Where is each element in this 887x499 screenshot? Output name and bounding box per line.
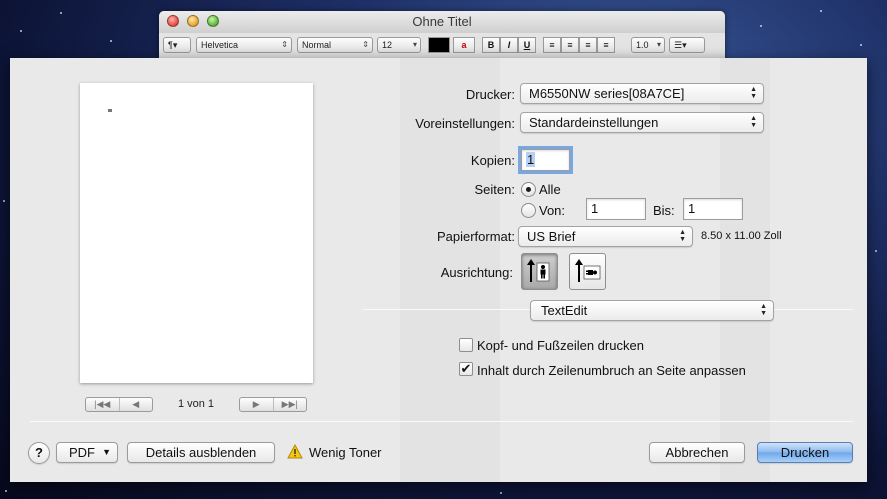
previous-page-icon[interactable]: ◀ (120, 398, 153, 411)
printer-value: M6550NW series[08A7CE] (529, 86, 685, 101)
minimize-window-button[interactable] (187, 15, 199, 27)
line-spacing-menu[interactable]: 1.0 ▾ (631, 37, 665, 53)
align-left-icon[interactable]: ≡ (543, 37, 561, 53)
preview-nav-forward-group: ▶ ▶▶| (239, 397, 307, 412)
pages-from-field[interactable]: 1 (586, 198, 646, 220)
align-center-icon[interactable]: ≡ (561, 37, 579, 53)
updown-arrow-icon: ▲ ▼ (750, 115, 757, 129)
paper-dimensions: 8.50 x 11.00 Zoll (701, 230, 782, 242)
presets-select[interactable]: Standardeinstellungen ▲ ▼ (520, 112, 764, 133)
background-color-swatch[interactable]: a (453, 37, 475, 53)
print-button[interactable]: Drucken (757, 442, 853, 463)
header-footer-checkbox[interactable] (459, 338, 473, 352)
low-toner-status: Wenig Toner (309, 445, 382, 460)
format-toolbar: ¶▾ Helvetica ⇕ Normal ⇕ 12 ▾ a B I U ≡ ≡ ≡ … (159, 35, 725, 57)
font-family-menu[interactable]: Helvetica ⇕ (196, 37, 292, 53)
desktop-star (500, 492, 502, 494)
pages-to-label: Bis: (653, 203, 675, 218)
copies-value: 1 (526, 152, 536, 167)
preview-nav-back-group: |◀◀ ◀ (85, 397, 153, 412)
last-page-icon[interactable]: ▶▶| (274, 398, 307, 411)
hide-details-button[interactable]: Details ausblenden (127, 442, 275, 463)
font-style-value: Normal (302, 40, 332, 50)
updown-arrow-icon: ⇕ (281, 40, 288, 49)
line-spacing-value: 1.0 (636, 40, 649, 50)
orientation-label: Ausrichtung: (440, 265, 513, 280)
zoom-window-button[interactable] (207, 15, 219, 27)
section-select[interactable]: TextEdit ▲ ▼ (530, 300, 774, 321)
desktop-star (820, 10, 822, 12)
print-preview-page (80, 83, 313, 383)
text-color-swatch[interactable] (428, 37, 450, 53)
font-style-menu[interactable]: Normal ⇕ (297, 37, 373, 53)
paragraph-style-menu[interactable]: ¶▾ (163, 37, 191, 53)
updown-arrow-icon: ▲ ▼ (760, 303, 767, 317)
font-family-value: Helvetica (201, 40, 239, 50)
list-style-menu[interactable]: ☰▾ (669, 37, 705, 53)
copies-field[interactable]: 1 (521, 149, 570, 171)
chevron-down-icon: ▾ (412, 40, 417, 49)
presets-label: Voreinstellungen: (415, 116, 515, 131)
desktop-star (110, 40, 112, 42)
chevron-down-icon: ▼ (102, 447, 111, 457)
align-right-icon[interactable]: ≡ (579, 37, 597, 53)
preview-text-mark (108, 109, 112, 112)
window-title: Ohne Titel (412, 14, 472, 29)
orientation-portrait-button[interactable] (521, 253, 558, 290)
paper-size-label: Papierformat: (436, 229, 515, 244)
desktop-star (3, 200, 5, 202)
rewrap-checkbox[interactable]: ✔ (459, 362, 473, 376)
pdf-menu-button[interactable]: PDF ▼ (56, 442, 118, 463)
printer-label: Drucker: (465, 87, 515, 102)
presets-value: Standardeinstellungen (529, 115, 659, 130)
desktop-star (20, 30, 22, 32)
help-button[interactable]: ? (28, 442, 50, 464)
desktop-star (760, 25, 762, 27)
font-size-value: 12 (382, 40, 393, 50)
next-page-icon[interactable]: ▶ (240, 398, 274, 411)
updown-arrow-icon: ▲ ▼ (750, 86, 757, 100)
first-page-icon[interactable]: |◀◀ (86, 398, 120, 411)
close-window-button[interactable] (167, 15, 179, 27)
print-dialog: |◀◀ ◀ 1 von 1 ▶ ▶▶| Drucker: M6550NW ser… (10, 58, 867, 482)
landscape-orientation-icon (575, 259, 601, 282)
pages-to-field[interactable]: 1 (683, 198, 743, 220)
header-footer-label: Kopf- und Fußzeilen drucken (477, 338, 644, 353)
pages-label: Seiten: (474, 182, 515, 197)
page-counter: 1 von 1 (177, 398, 215, 410)
desktop-star (860, 44, 862, 46)
checkmark-icon: ✔ (460, 361, 472, 376)
chevron-down-icon: ▾ (656, 40, 661, 49)
window-titlebar: Ohne Titel (159, 11, 725, 33)
portrait-orientation-icon (527, 259, 550, 282)
bold-button[interactable]: B (482, 37, 500, 53)
underline-button[interactable]: U (518, 37, 536, 53)
printer-select[interactable]: M6550NW series[08A7CE] ▲ ▼ (520, 83, 764, 104)
warning-icon (287, 444, 303, 459)
desktop-star (875, 250, 877, 252)
align-justify-icon[interactable]: ≡ (597, 37, 615, 53)
rewrap-label: Inhalt durch Zeilenumbruch an Seite anpa… (477, 363, 746, 378)
pdf-label: PDF (69, 445, 95, 460)
footer-separator (30, 421, 853, 422)
section-value: TextEdit (541, 303, 588, 318)
paper-size-select[interactable]: US Brief ▲ ▼ (518, 226, 693, 247)
updown-arrow-icon: ▲ ▼ (679, 229, 686, 243)
paper-size-value: US Brief (527, 229, 576, 244)
desktop-star (5, 490, 7, 492)
copies-label: Kopien: (470, 153, 515, 168)
updown-arrow-icon: ⇕ (362, 40, 369, 49)
cancel-button[interactable]: Abbrechen (649, 442, 745, 463)
italic-button[interactable]: I (500, 37, 518, 53)
desktop-star (60, 12, 62, 14)
pages-all-label: Alle (539, 182, 561, 197)
pages-from-label: Von: (539, 203, 566, 218)
orientation-landscape-button[interactable] (569, 253, 606, 290)
font-size-combo[interactable]: 12 ▾ (377, 37, 421, 53)
pages-range-radio[interactable] (521, 203, 536, 218)
pages-all-radio[interactable] (521, 182, 536, 197)
